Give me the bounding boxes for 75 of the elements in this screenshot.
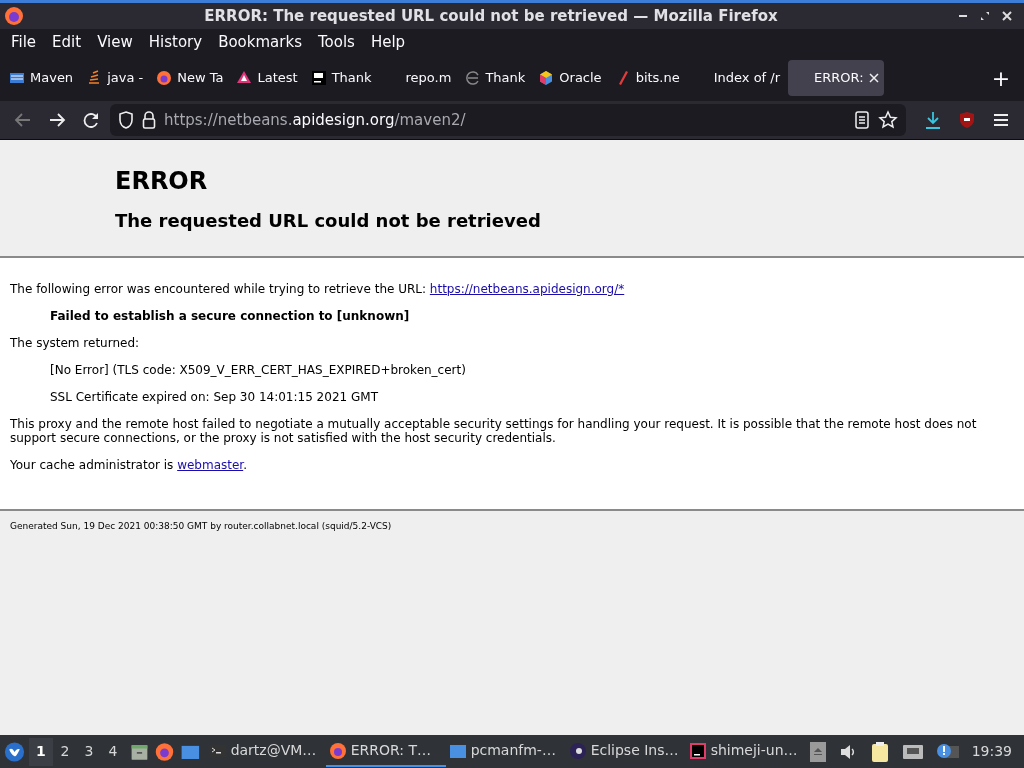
favicon-icon — [464, 70, 481, 86]
taskbar-button[interactable]: shimeji-un… — [685, 736, 806, 767]
favicon-icon — [9, 70, 25, 86]
favicon-icon — [538, 70, 555, 86]
app-icon — [328, 741, 347, 760]
menu-item[interactable]: Tools — [309, 30, 363, 54]
eject-icon[interactable] — [809, 741, 826, 762]
intro-text: The following error was encountered while trying to retrieve the URL: https://netbeans.apidesign.org/* — [10, 282, 626, 296]
tab[interactable]: bits.ne — [609, 60, 685, 96]
tab-label: Index of /r — [713, 69, 781, 88]
taskbar-button[interactable]: pcmanfm-… — [445, 736, 566, 767]
explanation-text: This proxy and the remote host failed to negotiate a mutually acceptable security settings for handling your request. It is possible that the remote host does not support secure connections, or the proxy is not satisfied with the host security credentials. — [10, 417, 978, 445]
error-subheading: The requested URL could not be retrieved — [115, 209, 542, 233]
tab[interactable]: ERROR: — [788, 60, 884, 96]
tab-label: bits.ne — [635, 69, 680, 88]
close-tab-icon[interactable] — [868, 73, 879, 83]
tab[interactable]: Oracle — [533, 60, 607, 96]
app-icon — [568, 741, 587, 760]
lock-icon[interactable] — [142, 111, 156, 129]
error-message: Failed to establish a secure connection to [unknown] — [49, 309, 411, 323]
webmaster-link[interactable]: webmaster — [177, 458, 244, 472]
workspace-button[interactable]: 2 — [52, 737, 77, 766]
maximize-icon[interactable] — [980, 11, 990, 21]
taskbar-button[interactable]: Eclipse Ins… — [565, 736, 686, 767]
start-menu-icon[interactable] — [4, 739, 25, 764]
tab-label: Maven — [30, 69, 74, 88]
menu-item[interactable]: Bookmarks — [210, 30, 310, 54]
admin-text: Your cache administrator is webmaster. — [10, 458, 248, 472]
favicon-icon — [310, 70, 327, 86]
menu-item[interactable]: View — [89, 30, 141, 54]
workspace-button[interactable]: 1 — [28, 737, 53, 766]
menu-item[interactable]: Help — [362, 30, 414, 54]
address-bar[interactable]: https://netbeans.apidesign.org/maven2/ — [110, 104, 906, 136]
tab-label: Latest — [257, 69, 298, 88]
tab[interactable]: Latest — [231, 60, 303, 96]
favicon-icon — [236, 70, 253, 86]
tab-label: New Ta — [177, 69, 224, 88]
tab-label: Oracle — [559, 69, 602, 88]
system-returned-label: The system returned: — [10, 336, 141, 350]
taskbar-button[interactable]: dartz@VM… — [205, 736, 326, 767]
shield-icon[interactable] — [118, 111, 134, 129]
workspace-button[interactable]: 3 — [76, 737, 101, 766]
tab[interactable]: repo.m — [379, 60, 457, 96]
tab[interactable]: Index of /r — [687, 60, 786, 96]
new-tab-button[interactable]: + — [986, 61, 1016, 95]
tab[interactable]: New Ta — [151, 60, 229, 96]
url-link[interactable]: https://netbeans.apidesign.org/* — [429, 282, 625, 296]
reader-view-icon[interactable] — [854, 111, 870, 129]
tab[interactable]: Thank — [459, 60, 531, 96]
tab[interactable]: Maven — [4, 60, 79, 96]
workspace-button[interactable]: 4 — [100, 737, 125, 766]
window-title: ERROR: The requested URL could not be retrieved — Mozilla Firefox — [203, 5, 779, 27]
firefox-icon — [4, 6, 24, 26]
tab-label: repo.m — [405, 69, 452, 88]
star-icon[interactable] — [878, 110, 898, 130]
menu-item[interactable]: Edit — [44, 30, 90, 54]
clipboard-icon[interactable] — [869, 740, 890, 763]
tab-label: Thank — [485, 69, 526, 88]
error-heading: ERROR — [115, 167, 209, 195]
taskbar-button[interactable]: ERROR: T… — [325, 736, 446, 767]
favicon-icon — [156, 70, 173, 86]
url-text: https://netbeans.apidesign.org/maven2/ — [164, 109, 467, 131]
detail-text: [No Error] (TLS code: X509_V_ERR_CERT_HAS_EXPIRED+broken_cert) — [49, 363, 467, 377]
tab[interactable]: java - — [81, 60, 149, 96]
app-icon — [688, 741, 707, 760]
tab-label: Thank — [331, 69, 372, 88]
tab-label: java - — [107, 69, 144, 88]
tab-label: ERROR: — [814, 69, 864, 88]
menu-item[interactable]: File — [3, 30, 45, 54]
menu-item[interactable]: History — [140, 30, 211, 54]
footer-text: Generated Sun, 19 Dec 2021 00:38:50 GMT by router.collabnet.local (squid/5.2-VCS) — [10, 520, 393, 533]
tab[interactable]: Thank — [305, 60, 377, 96]
close-icon[interactable] — [1002, 11, 1012, 21]
clock: 19:39 — [971, 742, 1012, 761]
detail-text: SSL Certificate expired on: Sep 30 14:01:15 2021 GMT — [49, 390, 379, 404]
